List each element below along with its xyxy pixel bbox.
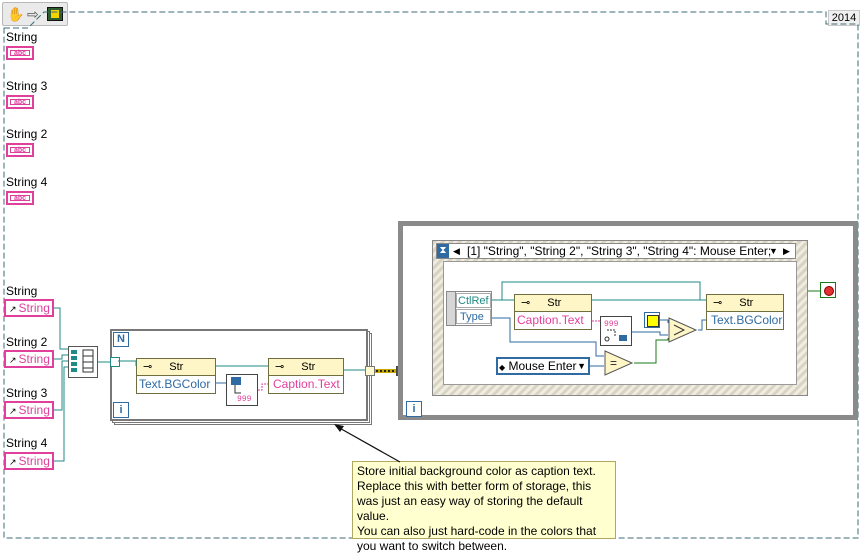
comment-arrow [334,424,401,463]
